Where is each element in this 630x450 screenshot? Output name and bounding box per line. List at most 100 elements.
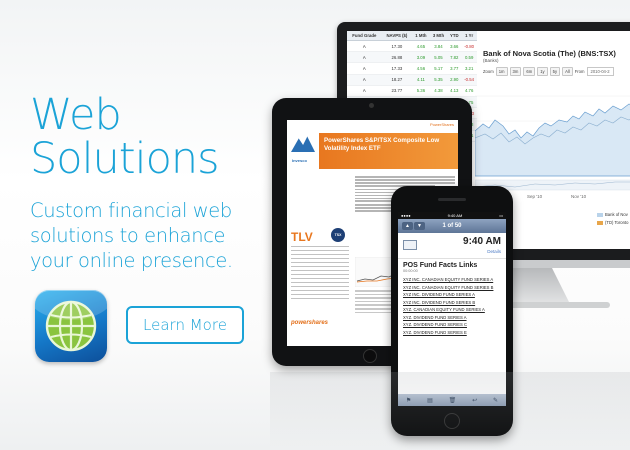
message-title: POS Fund Facts Links	[403, 262, 478, 269]
fund-table-header[interactable]: 1 Yr	[461, 31, 477, 41]
fund-table-header[interactable]: Fund Grade	[347, 31, 382, 41]
x-tick-nov: Nov '10	[571, 194, 587, 199]
fund-table-row[interactable]: A 18.27 4.11 5.35 2.90 -0.54	[347, 74, 477, 86]
banner: Web Solutions Custom financial web solut…	[0, 0, 630, 450]
phone-speaker	[438, 198, 466, 201]
phone-device: ●●●● 9:40 AM ▭ ▲ ▼ 1 of 50 9:40 AM Detai…	[391, 186, 513, 436]
fund-table-cell: 23.77	[381, 85, 413, 97]
from-date-input[interactable]: 2010-04-2	[586, 67, 614, 76]
x-tick-sep: Sep '10	[527, 194, 543, 199]
fund-table-row[interactable]: A 17.33 4.56 5.17 3.77 3.21	[347, 62, 477, 75]
chart-legend: Bank of Nov (TD) Toronto	[597, 212, 628, 228]
globe-icon	[45, 300, 97, 352]
legend-item-td[interactable]: (TD) Toronto	[597, 220, 628, 225]
stock-title: Bank of Nova Scotia (The) (BNS:TSX)	[483, 49, 616, 58]
phone-home-button[interactable]	[444, 413, 460, 429]
fund-table-header[interactable]: YTD	[447, 31, 462, 41]
battery-icon: ▭	[499, 213, 503, 218]
zoom-button-all[interactable]: All	[562, 67, 573, 76]
tsx-badge: TSX	[331, 228, 345, 242]
fund-table-cell: 17.33	[381, 62, 413, 75]
compose-icon[interactable]: ✎	[493, 397, 498, 404]
fund-table-cell: 4.11	[412, 74, 430, 86]
fund-table-cell: 17.30	[381, 40, 413, 53]
headline-line2: Solutions	[30, 134, 220, 184]
fund-table-row[interactable]: A 26.88 3.09 5.05 7.82 0.59	[347, 51, 477, 64]
fund-table-cell: 5.35	[429, 74, 448, 86]
zoom-button-1y[interactable]: 1y	[537, 67, 548, 76]
message-counter: 1 of 50	[442, 223, 462, 229]
previous-message-button[interactable]: ▲	[402, 222, 413, 230]
fund-table-row[interactable]: A 23.77 5.36 4.38 4.13 4.76	[347, 85, 477, 97]
zoom-button-1m[interactable]: 1m	[495, 67, 508, 76]
fund-link[interactable]: XYZ INC. DIVIDEND FUND SERIES B	[403, 299, 501, 307]
fund-link[interactable]: XYZ INC. CANADIAN EQUITY FUND SERIES A	[403, 276, 501, 284]
details-link[interactable]: Details	[487, 249, 501, 254]
fund-table-cell: 2.90	[447, 74, 462, 86]
phone-screen: ●●●● 9:40 AM ▭ ▲ ▼ 1 of 50 9:40 AM Detai…	[398, 212, 506, 406]
fund-table-header[interactable]: 3 Mth	[429, 31, 448, 41]
fund-table-cell: 4.13	[447, 85, 462, 97]
fund-table-cell: A	[347, 74, 382, 86]
tablet-camera	[369, 103, 374, 108]
fund-table-row[interactable]: A 17.30 4.65 3.84 3.66 -0.80	[347, 40, 477, 53]
fund-table-cell: 0.59	[461, 51, 477, 64]
zoom-controls: Zoom 1m 3m 6m 1y 5y All From 2010-04-2	[483, 67, 614, 76]
globe-app-icon	[35, 290, 107, 362]
fund-link[interactable]: XYZ. DIVIDEND FUND SERIES C	[403, 321, 501, 329]
fund-table-header[interactable]: 1 Mth	[412, 31, 430, 41]
doc-footer-brand: powershares	[291, 320, 329, 326]
next-message-button[interactable]: ▼	[414, 222, 425, 230]
headline-line1: Web	[30, 90, 122, 140]
fund-table-cell: A	[347, 85, 382, 97]
doc-header-brand: PowerShares	[429, 122, 454, 127]
signal-indicator: ●●●●	[401, 213, 411, 218]
fund-table-cell: 7.82	[447, 51, 462, 64]
zoom-button-5y[interactable]: 5y	[549, 67, 561, 76]
fund-table-cell: 18.27	[381, 74, 413, 86]
fund-table-cell: 3.21	[461, 62, 477, 75]
fund-link[interactable]: XYZ INC. DIVIDEND FUND SERIES A	[403, 291, 501, 299]
fund-table-cell: 3.84	[429, 40, 448, 53]
zoom-button-3m[interactable]: 3m	[509, 67, 522, 76]
fund-table-cell: 3.09	[412, 51, 430, 64]
folder-icon[interactable]: ▤	[427, 397, 433, 404]
doc-ticker: TLV	[291, 230, 313, 244]
zoom-label: Zoom	[483, 69, 494, 74]
invesco-logo-icon	[291, 135, 315, 152]
flag-icon[interactable]: ⚑	[406, 397, 411, 404]
fund-links-list: XYZ INC. CANADIAN EQUITY FUND SERIES A X…	[398, 276, 506, 336]
fund-table-cell: 4.38	[429, 85, 448, 97]
fund-table-cell: A	[347, 62, 382, 75]
legend-item-bns[interactable]: Bank of Nov	[597, 212, 628, 217]
fund-table-cell: 26.88	[381, 51, 413, 64]
mail-nav-bar: ▲ ▼ 1 of 50	[398, 219, 506, 233]
fund-link[interactable]: XYZ. CANADIAN EQUITY FUND SERIES A	[403, 306, 501, 314]
fund-table-cell: 5.36	[412, 85, 430, 97]
mail-toolbar: ⚑ ▤ 🗑 ↩ ✎	[398, 394, 506, 406]
fund-table-cell: 5.05	[429, 51, 448, 64]
zoom-button-6m[interactable]: 6m	[523, 67, 536, 76]
invesco-wordmark: Invesco	[292, 158, 307, 163]
fund-table-cell: 3.77	[447, 62, 462, 75]
status-time: 9:40 AM	[447, 213, 463, 218]
fund-table-cell: -0.80	[461, 40, 477, 53]
headline: Web Solutions	[30, 93, 270, 181]
from-label: From	[574, 69, 585, 74]
trash-icon[interactable]: 🗑	[449, 397, 457, 404]
fund-link[interactable]: XYZ. DIVIDEND FUND SERIES E	[403, 329, 501, 337]
fund-table-header[interactable]: NAVPS ($)	[381, 31, 413, 41]
fund-table-cell: A	[347, 51, 382, 64]
tablet-home-button[interactable]	[363, 349, 377, 363]
envelope-icon	[403, 240, 417, 250]
fund-link[interactable]: XYZ. DIVIDEND FUND SERIES A	[403, 314, 501, 322]
doc-banner-title: PowerShares S&P/TSX Composite Low Volati…	[319, 133, 458, 169]
learn-more-button[interactable]: Learn More	[126, 306, 244, 344]
fund-link[interactable]: XYZ INC. CANADIAN EQUITY FUND SERIES B	[403, 284, 501, 292]
stock-sector: (Banks)	[483, 58, 499, 63]
message-time: 9:40 AM	[463, 236, 501, 247]
fund-table-cell: 4.65	[412, 40, 430, 53]
doc-fund-facts	[291, 246, 349, 302]
reply-icon[interactable]: ↩	[472, 397, 477, 404]
fund-table-cell: 3.66	[447, 40, 462, 53]
